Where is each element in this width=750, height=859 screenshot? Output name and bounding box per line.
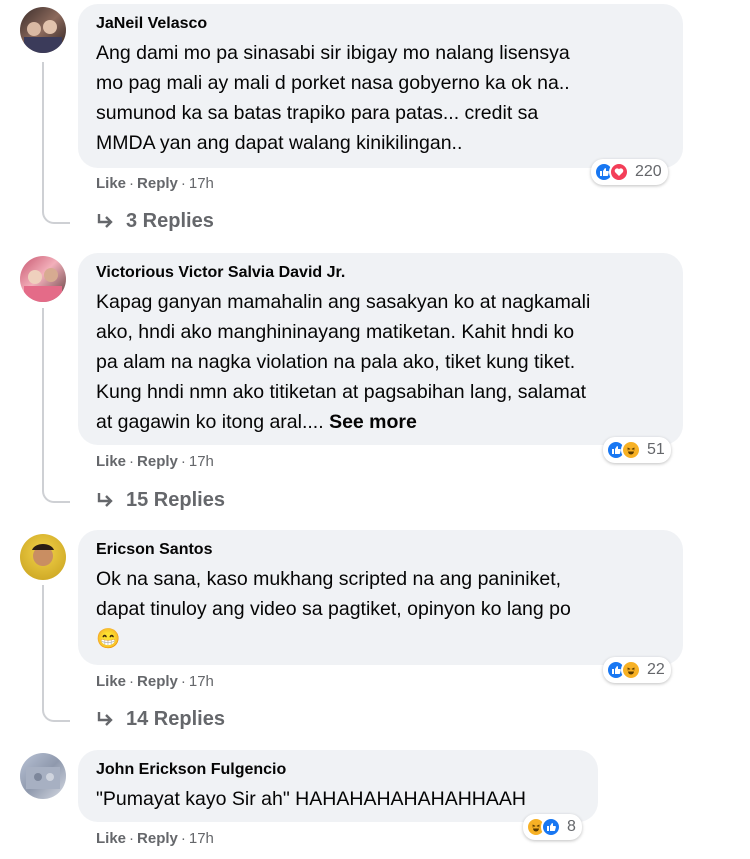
comment-text: Ok na sana, kaso mukhang scripted na ang… — [96, 564, 665, 654]
separator-dot: · — [129, 830, 135, 847]
thread-line — [42, 62, 70, 224]
haha-reaction-icon — [621, 440, 641, 460]
comment-actions: Like · Reply · 17h — [96, 830, 214, 847]
thread-line — [42, 585, 70, 722]
separator-dot: · — [180, 830, 186, 847]
comment-line-text: at gagawin ko itong aral.... — [96, 411, 324, 433]
comment-line: Ok na sana, kaso mukhang scripted na ang… — [96, 568, 562, 590]
timestamp[interactable]: 17h — [189, 453, 214, 470]
reply-button[interactable]: Reply — [137, 830, 178, 847]
timestamp[interactable]: 17h — [189, 673, 214, 690]
reply-button[interactable]: Reply — [137, 453, 178, 470]
comment-bubble: John Erickson Fulgencio "Pumayat kayo Si… — [78, 750, 598, 822]
like-reaction-icon — [541, 817, 561, 837]
timestamp[interactable]: 17h — [189, 830, 214, 847]
comment-actions: Like · Reply · 17h — [96, 175, 214, 192]
view-replies-button[interactable]: 15 Replies — [96, 489, 225, 512]
reaction-count: 8 — [567, 818, 576, 835]
comment-actions: Like · Reply · 17h — [96, 673, 214, 690]
comment-line: dapat tinuloy ang video sa pagtiket, opi… — [96, 598, 571, 620]
comment-line: ako, hndi ako manghininayang matiketan. … — [96, 321, 575, 343]
comment-text: Ang dami mo pa sinasabi sir ibigay mo na… — [96, 38, 665, 158]
reaction-summary[interactable]: 220 — [591, 159, 668, 185]
like-button[interactable]: Like — [96, 673, 126, 690]
reaction-summary[interactable]: 51 — [603, 437, 671, 463]
view-replies-button[interactable]: 14 Replies — [96, 708, 225, 731]
comment-text: Kapag ganyan mamahalin ang sasakyan ko a… — [96, 287, 665, 437]
reply-arrow-icon — [97, 213, 113, 228]
comment-author[interactable]: Victorious Victor Salvia David Jr. — [96, 262, 665, 284]
separator-dot: · — [129, 673, 135, 690]
replies-count: 14 Replies — [126, 708, 225, 730]
avatar[interactable] — [20, 7, 66, 53]
avatar[interactable] — [20, 753, 66, 799]
comment-line: MMDA yan ang dapat walang kinikilingan.. — [96, 132, 463, 154]
like-button[interactable]: Like — [96, 830, 126, 847]
reply-button[interactable]: Reply — [137, 673, 178, 690]
comment-bubble: Victorious Victor Salvia David Jr. Kapag… — [78, 253, 683, 445]
avatar-photo-icon — [32, 544, 54, 566]
like-button[interactable]: Like — [96, 453, 126, 470]
comment-author[interactable]: Ericson Santos — [96, 539, 665, 561]
reaction-count: 220 — [635, 163, 662, 180]
like-button[interactable]: Like — [96, 175, 126, 192]
separator-dot: · — [180, 673, 186, 690]
replies-count: 15 Replies — [126, 489, 225, 511]
comment-line: Kapag ganyan mamahalin ang sasakyan ko a… — [96, 291, 591, 313]
reaction-count: 22 — [647, 661, 665, 678]
comment-line: at gagawin ko itong aral.... See more — [96, 407, 665, 437]
avatar[interactable] — [20, 534, 66, 580]
comment-bubble: JaNeil Velasco Ang dami mo pa sinasabi s… — [78, 4, 683, 168]
reaction-count: 51 — [647, 441, 665, 458]
separator-dot: · — [180, 453, 186, 470]
avatar[interactable] — [20, 256, 66, 302]
comment-line: Kung hndi nmn ako titiketan at pagsabiha… — [96, 381, 586, 403]
view-replies-button[interactable]: 3 Replies — [96, 210, 214, 233]
reply-button[interactable]: Reply — [137, 175, 178, 192]
see-more-link[interactable]: See more — [329, 411, 417, 433]
comment-emoji: 😁 — [96, 628, 121, 650]
haha-reaction-icon — [621, 660, 641, 680]
comment-line: Ang dami mo pa sinasabi sir ibigay mo na… — [96, 42, 570, 64]
separator-dot: · — [129, 453, 135, 470]
comment-line: pa alam na nagka violation na pala ako, … — [96, 351, 576, 373]
comment-text: "Pumayat kayo Sir ah" HAHAHAHAHAHAHHAAH — [96, 784, 580, 814]
comment-author[interactable]: John Erickson Fulgencio — [96, 759, 580, 781]
replies-count: 3 Replies — [126, 210, 214, 232]
thread-line — [42, 308, 70, 503]
comment-line: mo pag mali ay mali d porket nasa gobyer… — [96, 72, 570, 94]
comment-line: sumunod ka sa batas trapiko para patas..… — [96, 102, 539, 124]
comment-author[interactable]: JaNeil Velasco — [96, 13, 665, 35]
avatar-photo-icon — [26, 767, 60, 789]
separator-dot: · — [129, 175, 135, 192]
comment-bubble: Ericson Santos Ok na sana, kaso mukhang … — [78, 530, 683, 665]
avatar-photo-icon — [24, 20, 62, 53]
comment-line: "Pumayat kayo Sir ah" HAHAHAHAHAHAHHAAH — [96, 788, 526, 810]
reply-arrow-icon — [97, 492, 113, 507]
avatar-photo-icon — [24, 268, 62, 302]
reaction-summary[interactable]: 8 — [523, 814, 582, 840]
reaction-summary[interactable]: 22 — [603, 657, 671, 683]
separator-dot: · — [180, 175, 186, 192]
reply-arrow-icon — [97, 711, 113, 726]
timestamp[interactable]: 17h — [189, 175, 214, 192]
comment-actions: Like · Reply · 17h — [96, 453, 214, 470]
love-reaction-icon — [609, 162, 629, 182]
